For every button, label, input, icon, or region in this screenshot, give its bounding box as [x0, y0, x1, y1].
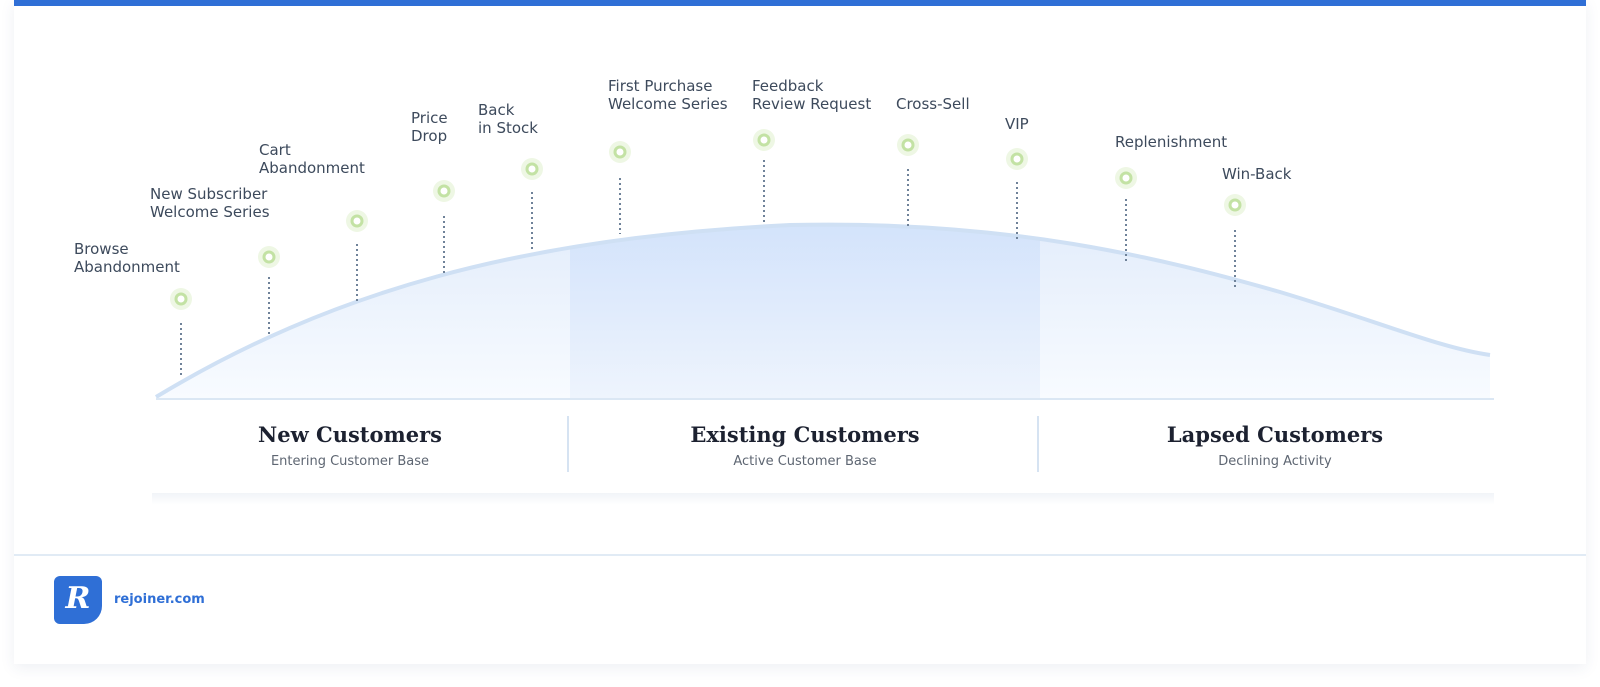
section-new-customers: New Customers Entering Customer Base: [152, 420, 548, 472]
section-shelf-shadow: [152, 493, 1494, 505]
milestone-marker: [1010, 152, 1024, 166]
section-lapsed-customers: Lapsed Customers Declining Activity: [1045, 420, 1505, 472]
milestone-label-browse: Browse Abandonment: [74, 240, 180, 276]
milestone-marker: [174, 292, 188, 306]
milestone-label-cart: Cart Abandonment: [259, 141, 365, 177]
milestone-marker: [901, 138, 915, 152]
milestone-label-first-purchase: First Purchase Welcome Series: [608, 77, 728, 113]
milestone-label-price-drop: Price Drop: [411, 109, 448, 145]
milestone-label-line: Abandonment: [74, 258, 180, 276]
milestone-vip: [1006, 148, 1028, 242]
milestone-label-back-in-stock: Back in Stock: [478, 101, 538, 137]
milestone-marker: [350, 214, 364, 228]
milestone-marker: [613, 145, 627, 159]
milestone-label-line: New Subscriber: [150, 185, 268, 203]
section-subtitle: Declining Activity: [1218, 454, 1332, 469]
milestone-label-line: Browse: [74, 240, 129, 258]
milestone-marker: [262, 250, 276, 264]
milestone-marker: [437, 184, 451, 198]
milestone-label-line: VIP: [1005, 115, 1029, 133]
milestone-cross-sell: [897, 134, 919, 229]
milestone-browse: [170, 288, 192, 378]
milestone-new-subscriber: [258, 246, 280, 336]
milestone-label-line: Win-Back: [1222, 165, 1292, 183]
milestone-marker: [757, 133, 771, 147]
section-existing-customers: Existing Customers Active Customer Base: [575, 420, 1035, 472]
milestone-label-line: Price: [411, 109, 448, 127]
milestone-label-line: Review Request: [752, 95, 872, 113]
milestone-price-drop: [433, 180, 455, 275]
section-divider: [567, 416, 569, 472]
milestone-label-line: Feedback: [752, 77, 824, 95]
milestone-label-vip: VIP: [1005, 115, 1029, 133]
section-divider: [1037, 416, 1039, 472]
section-subtitle: Active Customer Base: [733, 454, 877, 469]
site-link[interactable]: rejoiner.com: [114, 592, 205, 607]
section-title: New Customers: [258, 422, 442, 447]
milestone-replenishment: [1115, 167, 1137, 263]
milestone-label-line: Cart: [259, 141, 291, 159]
milestone-label-replenishment: Replenishment: [1115, 133, 1227, 151]
milestone-label-cross-sell: Cross-Sell: [896, 95, 970, 113]
milestone-label-feedback: Feedback Review Request: [752, 77, 871, 113]
milestone-marker: [1119, 171, 1133, 185]
milestone-back-in-stock: [521, 158, 543, 252]
milestone-label-line: in Stock: [478, 119, 538, 137]
milestone-label-win-back: Win-Back: [1222, 165, 1291, 183]
milestone-first-purchase: [609, 141, 631, 234]
milestone-label-line: Welcome Series: [608, 95, 728, 113]
footer-divider: [14, 554, 1586, 556]
milestone-label-line: Abandonment: [259, 159, 365, 177]
milestone-marker: [525, 162, 539, 176]
milestone-feedback: [753, 129, 775, 222]
milestone-label-line: Welcome Series: [150, 203, 270, 221]
section-title: Existing Customers: [690, 422, 920, 447]
section-subtitle: Entering Customer Base: [270, 454, 430, 469]
milestone-label-line: Back: [478, 101, 515, 119]
milestone-label-line: Drop: [411, 127, 448, 145]
rejoiner-logo: R: [54, 576, 102, 624]
milestone-marker: [1228, 198, 1242, 212]
section-title: Lapsed Customers: [1166, 422, 1384, 447]
milestone-cart: [346, 210, 368, 304]
milestone-label-line: First Purchase: [608, 77, 713, 95]
milestone-label-line: Replenishment: [1115, 133, 1228, 151]
milestone-label-new-subscriber: New Subscriber Welcome Series: [150, 185, 270, 221]
milestone-label-line: Cross-Sell: [896, 95, 970, 113]
